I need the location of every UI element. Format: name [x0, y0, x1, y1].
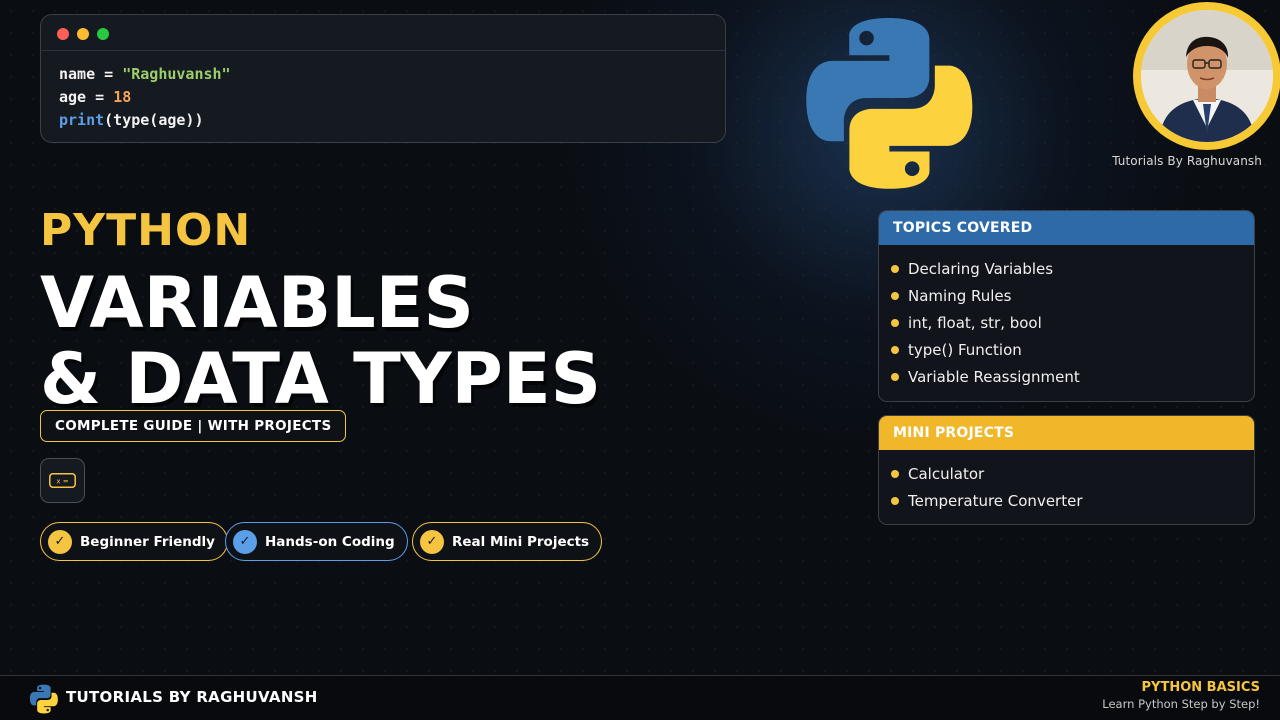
footer-series-title: PYTHON BASICS: [1141, 680, 1260, 695]
projects-list: Calculator Temperature Converter: [879, 450, 1254, 514]
presenter-avatar: [1133, 2, 1280, 150]
headline-line-2: & DATA TYPES: [40, 338, 602, 420]
headline-line-1: VARIABLES: [40, 262, 474, 344]
check-icon: ✓: [420, 529, 444, 554]
code-line: age = 18: [59, 86, 725, 109]
badge-label: Hands-on Coding: [265, 533, 395, 550]
code-token: name =: [59, 65, 123, 83]
check-icon: ✓: [233, 529, 257, 554]
mini-projects-title: MINI PROJECTS: [879, 416, 1254, 450]
python-logo-icon: [806, 18, 973, 189]
badge-label: Real Mini Projects: [452, 533, 590, 550]
list-item: Naming Rules: [891, 282, 1254, 309]
variable-icon-box: x =: [40, 458, 85, 503]
python-logo-icon: [29, 684, 58, 714]
bullet-icon: [891, 318, 899, 327]
topics-list: Declaring Variables Naming Rules int, fl…: [879, 245, 1254, 390]
list-item: Temperature Converter: [891, 487, 1254, 514]
bullet-icon: [891, 264, 899, 273]
channel-caption: Tutorials By Raghuvansh: [1112, 154, 1262, 168]
bullet-icon: [891, 345, 899, 354]
presenter-portrait: [1141, 10, 1273, 142]
bullet-icon: [891, 291, 899, 300]
code-line: print(type(age)): [59, 109, 725, 132]
code-token: age =: [59, 88, 114, 106]
footer-bar: TUTORIALS BY RAGHUVANSH PYTHON BASICS Le…: [0, 675, 1280, 720]
mini-projects-panel: MINI PROJECTS Calculator Temperature Con…: [878, 415, 1255, 525]
code-token: 18: [113, 88, 132, 106]
svg-text:x =: x =: [56, 478, 68, 486]
guide-label-pill: COMPLETE GUIDE | WITH PROJECTS: [40, 410, 347, 442]
footer-brand: TUTORIALS BY RAGHUVANSH: [66, 688, 318, 706]
code-token: print: [59, 111, 105, 129]
badge-beginner-friendly: ✓ Beginner Friendly: [40, 522, 228, 561]
variable-icon: x =: [49, 473, 76, 488]
list-item: type() Function: [891, 336, 1254, 363]
footer-series-info: PYTHON BASICS Learn Python Step by Step!: [1102, 680, 1260, 711]
footer-tagline: Learn Python Step by Step!: [1102, 697, 1260, 711]
code-token: (type(age)): [104, 111, 204, 129]
badge-real-mini-projects: ✓ Real Mini Projects: [412, 522, 603, 561]
window-minimize-dot-icon: [77, 28, 89, 40]
badge-label: Beginner Friendly: [80, 533, 215, 550]
code-window-titlebar: [41, 15, 725, 51]
code-line: name = "Raghuvansh": [59, 63, 725, 86]
bullet-icon: [891, 372, 899, 381]
badge-hands-on-coding: ✓ Hands-on Coding: [225, 522, 408, 561]
list-item: Declaring Variables: [891, 255, 1254, 282]
headline-kicker: PYTHON: [40, 205, 252, 256]
list-item: Variable Reassignment: [891, 363, 1254, 390]
check-icon: ✓: [48, 529, 72, 554]
code-token: "Raghuvansh": [122, 65, 231, 83]
bullet-icon: [891, 469, 899, 478]
topics-covered-panel: TOPICS COVERED Declaring Variables Namin…: [878, 210, 1255, 402]
topics-covered-title: TOPICS COVERED: [879, 211, 1254, 245]
list-item: int, float, str, bool: [891, 309, 1254, 336]
code-body: name = "Raghuvansh" age = 18 print(type(ag…: [41, 51, 725, 132]
bullet-icon: [891, 496, 899, 505]
guide-label-text: COMPLETE GUIDE | WITH PROJECTS: [55, 418, 332, 434]
list-item: Calculator: [891, 460, 1254, 487]
code-snippet-window: name = "Raghuvansh" age = 18 print(type(ag…: [40, 14, 726, 143]
window-close-dot-icon: [57, 28, 69, 40]
window-maximize-dot-icon: [97, 28, 109, 40]
